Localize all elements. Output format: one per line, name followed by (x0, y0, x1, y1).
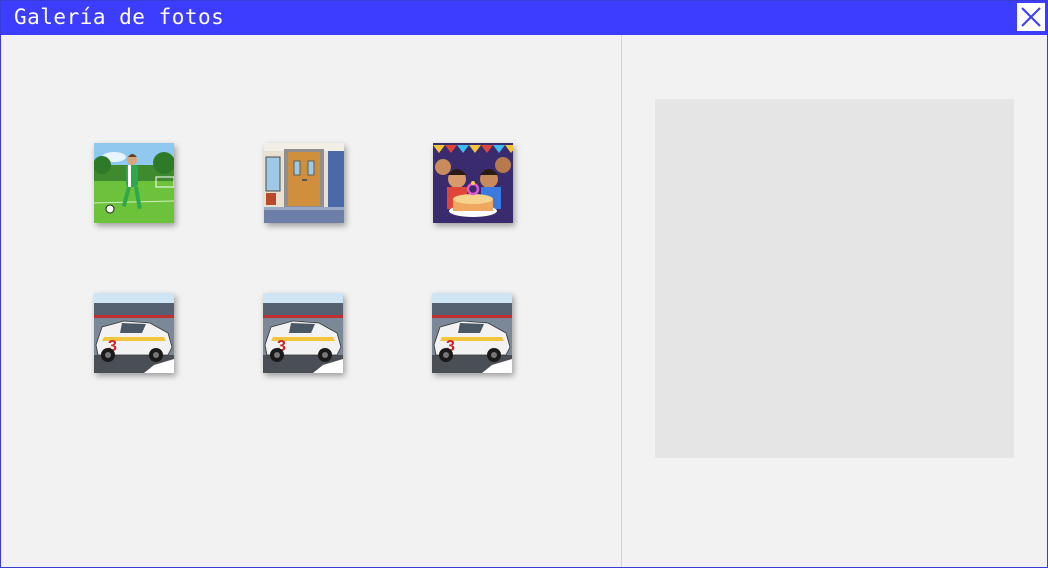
preview-pane (622, 35, 1047, 567)
soccer-player-image (94, 143, 174, 223)
close-icon (1021, 7, 1041, 27)
photo-thumbnail-soccer-player[interactable] (94, 143, 174, 223)
window-title: Galería de fotos (14, 5, 225, 29)
photo-thumbnail-race-car[interactable]: 3 (432, 293, 512, 373)
photo-thumbnail-race-car[interactable]: 3 (94, 293, 174, 373)
race-car-image: 3 (263, 293, 343, 373)
photo-gallery-window: Galería de fotos 3 3 3 (0, 0, 1048, 568)
birthday-party-image (433, 143, 513, 223)
title-bar: Galería de fotos (1, 1, 1047, 35)
thumbnail-grid: 3 3 3 (1, 35, 622, 567)
photo-thumbnail-race-car[interactable]: 3 (263, 293, 343, 373)
race-car-image: 3 (94, 293, 174, 373)
photo-thumbnail-birthday-party[interactable] (433, 143, 513, 223)
race-car-image: 3 (432, 293, 512, 373)
close-button[interactable] (1016, 2, 1046, 32)
photo-thumbnail-school-door[interactable] (264, 143, 344, 223)
photo-preview-area (655, 99, 1014, 458)
school-door-image (264, 143, 344, 223)
